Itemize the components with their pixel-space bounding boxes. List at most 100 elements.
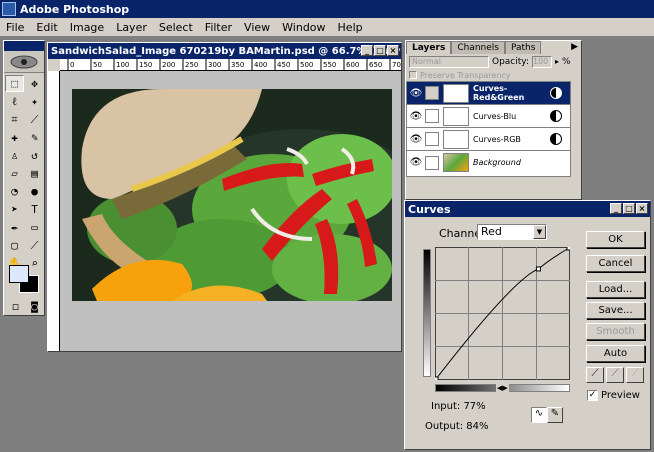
clone-stamp-icon[interactable]: ♙ [5, 147, 24, 164]
opacity-arrow-icon[interactable]: ▸ [555, 57, 559, 66]
layer-link-cell[interactable] [425, 155, 439, 170]
menu-layer[interactable]: Layer [110, 21, 153, 34]
blur-tool-icon[interactable]: ◔ [5, 183, 24, 200]
adjustment-layer-icon [550, 110, 562, 122]
layer-name: Curves-Blu [473, 111, 517, 121]
ok-button[interactable]: OK [586, 231, 645, 248]
curve-control-point[interactable] [566, 247, 570, 251]
minimize-button[interactable]: _ [361, 45, 373, 56]
preview-label: Preview [601, 390, 640, 401]
chevron-down-icon[interactable]: ▼ [533, 225, 546, 239]
quick-mask-mode-icon[interactable]: ◙ [26, 299, 43, 313]
shape-tool-icon[interactable]: ▭ [25, 219, 44, 236]
healing-brush-icon[interactable]: ✚ [5, 129, 24, 146]
curve-point-tool-icon[interactable]: ∿ [531, 407, 547, 423]
visibility-eye-icon[interactable]: 👁 [407, 111, 425, 122]
close-button[interactable]: × [387, 45, 399, 56]
load-button[interactable]: Load... [586, 281, 645, 298]
visibility-eye-icon[interactable]: 👁 [407, 134, 425, 145]
tab-channels[interactable]: Channels [451, 41, 505, 54]
menu-edit[interactable]: Edit [30, 21, 63, 34]
ruler-tick-label: 450 [277, 61, 290, 69]
notes-tool-icon[interactable]: ▢ [5, 237, 24, 254]
save-button[interactable]: Save... [586, 302, 645, 319]
type-tool-icon[interactable]: T [25, 201, 44, 218]
blend-mode-select[interactable]: Normal [409, 55, 489, 68]
menu-view[interactable]: View [238, 21, 276, 34]
smooth-button[interactable]: Smooth [586, 323, 645, 340]
palette-menu-arrow-icon[interactable]: ▶ [571, 42, 578, 52]
sandwich-salad-photo [72, 89, 392, 301]
layer-link-cell[interactable] [425, 132, 439, 146]
gradient-tool-icon[interactable]: ▤ [25, 165, 44, 182]
pencil-tool-icon[interactable]: ✎ [547, 407, 563, 423]
menu-select[interactable]: Select [153, 21, 199, 34]
marquee-tool-icon[interactable]: ⬚ [5, 75, 24, 92]
ruler-ticks: 0 50 100 150 200 250 300 350 400 450 500 550 600 650 7… [67, 59, 401, 70]
layer-row-curves-blu[interactable]: 👁 Curves-Blu [407, 105, 570, 128]
eyedropper-tool-icon[interactable]: ⟋ [25, 237, 44, 254]
visibility-eye-icon[interactable]: 👁 [407, 157, 425, 168]
ruler-tick-label: 550 [323, 61, 336, 69]
close-button[interactable]: × [636, 203, 648, 214]
lasso-tool-icon[interactable]: ℓ [5, 93, 24, 110]
brush-tool-icon[interactable]: ✎ [25, 129, 44, 146]
curve-graph[interactable] [435, 247, 570, 380]
standard-mode-icon[interactable]: ◻ [7, 299, 24, 313]
gradient-toggle-icon[interactable]: ◀▶ [496, 384, 509, 392]
gray-eyedropper-icon[interactable]: ⟋ [606, 367, 624, 383]
preview-checkbox[interactable]: ✓ [587, 390, 598, 401]
menu-bar: File Edit Image Layer Select Filter View… [0, 18, 654, 36]
channel-select[interactable]: Red ▼ [477, 224, 547, 240]
tab-paths[interactable]: Paths [504, 41, 542, 54]
layer-row-curves-rgb[interactable]: 👁 Curves-RGB [407, 128, 570, 151]
magic-wand-tool-icon[interactable]: ✦ [25, 93, 44, 110]
menu-window[interactable]: Window [276, 21, 331, 34]
curve-control-point[interactable] [435, 376, 439, 380]
preview-row: ✓ Preview [587, 390, 640, 401]
minimize-button[interactable]: _ [610, 203, 622, 214]
layer-row-curves-red-green[interactable]: 👁 Curves-Red&Green [407, 82, 570, 105]
toolbox: ⬚ ✥ ℓ ✦ ⌗ ⟋ ✚ ✎ ♙ ↺ ▱ ▤ ◔ ● ➤ T ✒ ▭ ▢ ⟋ … [3, 40, 45, 316]
eraser-tool-icon[interactable]: ▱ [5, 165, 24, 182]
cancel-button[interactable]: Cancel [586, 255, 645, 272]
layer-link-cell[interactable] [425, 109, 439, 123]
toolbox-title-bar[interactable] [4, 41, 44, 51]
vertical-ruler [48, 71, 60, 351]
palette-tabs: Layers Channels Paths ▶ [406, 41, 581, 54]
white-eyedropper-icon[interactable]: ⟋ [626, 367, 644, 383]
menu-file[interactable]: File [0, 21, 30, 34]
history-brush-icon[interactable]: ↺ [25, 147, 44, 164]
toolbox-eye-header[interactable] [4, 51, 44, 73]
image-window-title-bar[interactable]: SandwichSalad_Image 670219by BAMartin.ps… [48, 43, 401, 59]
layer-mask-thumbnail [443, 106, 469, 126]
ruler-tick-label: 200 [162, 61, 175, 69]
slice-tool-icon[interactable]: ⟋ [25, 111, 44, 128]
layer-row-background[interactable]: 👁 Background [407, 151, 570, 174]
dodge-tool-icon[interactable]: ● [25, 183, 44, 200]
layer-brush-icon[interactable] [425, 86, 439, 100]
curves-title-bar[interactable]: Curves _ □ × [405, 201, 650, 217]
opacity-input[interactable]: 100 [532, 55, 552, 68]
curve-control-point[interactable] [535, 266, 541, 272]
layer-name: Curves-Red&Green [473, 84, 525, 102]
move-tool-icon[interactable]: ✥ [25, 75, 44, 92]
auto-button[interactable]: Auto [586, 345, 645, 362]
menu-help[interactable]: Help [332, 21, 369, 34]
path-selection-icon[interactable]: ➤ [5, 201, 24, 218]
pen-tool-icon[interactable]: ✒ [5, 219, 24, 236]
preserve-transparency-label: Preserve Transparency [420, 70, 511, 80]
canvas-area[interactable] [60, 71, 401, 351]
foreground-color-swatch[interactable] [9, 265, 29, 283]
preserve-transparency-checkbox[interactable] [409, 71, 417, 79]
menu-filter[interactable]: Filter [199, 21, 238, 34]
crop-tool-icon[interactable]: ⌗ [5, 111, 24, 128]
visibility-eye-icon[interactable]: 👁 [407, 88, 425, 99]
ruler-tick-label: 50 [93, 61, 102, 69]
menu-image[interactable]: Image [64, 21, 110, 34]
tab-layers[interactable]: Layers [406, 41, 452, 54]
maximize-button[interactable]: □ [623, 203, 635, 214]
maximize-button[interactable]: □ [374, 45, 386, 56]
ruler-tick-label: 400 [254, 61, 267, 69]
black-eyedropper-icon[interactable]: ⟋ [586, 367, 604, 383]
